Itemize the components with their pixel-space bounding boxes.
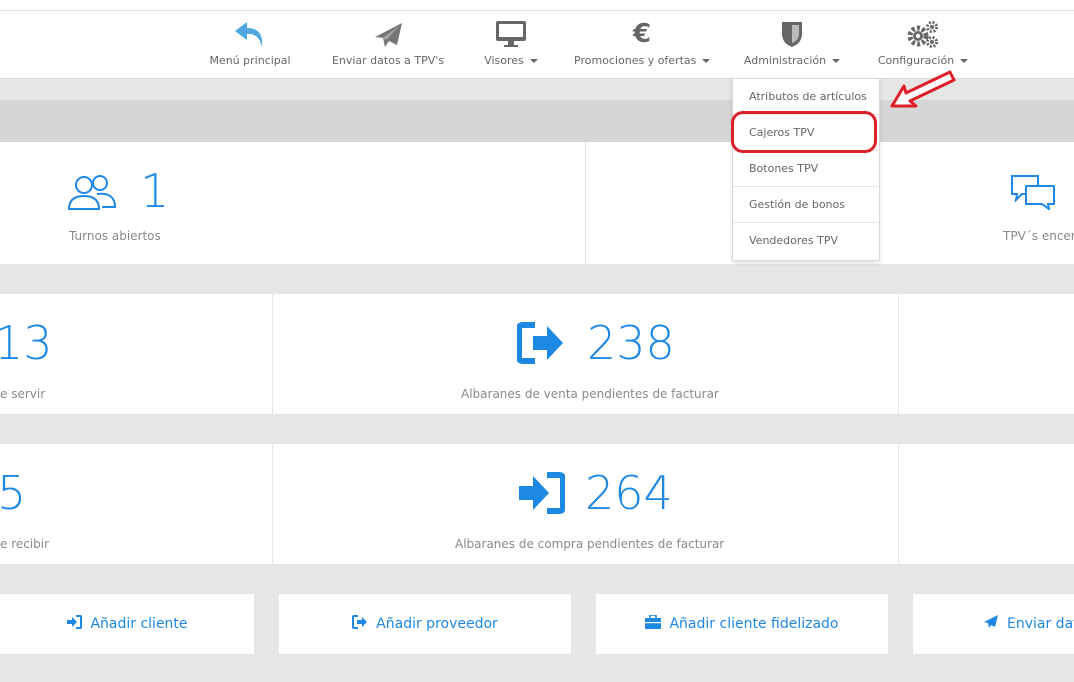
pedidos-servir-label: e servir bbox=[0, 387, 46, 401]
chat-bubbles-icon bbox=[1010, 174, 1056, 214]
card-stat-partial[interactable] bbox=[899, 294, 1074, 414]
administracion-dropdown: Atributos de artículos Cajeros TPV Boton… bbox=[732, 78, 880, 261]
turnos-value: 1 bbox=[140, 164, 170, 218]
nav-visores[interactable]: Visores bbox=[478, 18, 544, 67]
euro-icon: € bbox=[632, 19, 652, 49]
monitor-icon bbox=[478, 18, 544, 48]
highlight-outline bbox=[731, 111, 877, 153]
nav-administracion[interactable]: Administración bbox=[740, 18, 844, 67]
card-albaranes-venta[interactable]: 238 Albaranes de venta pendientes de fac… bbox=[273, 294, 898, 414]
sign-out-icon bbox=[352, 615, 376, 633]
card-turnos-abiertos[interactable]: 1 Turnos abiertos bbox=[0, 142, 585, 264]
shield-icon bbox=[740, 18, 844, 48]
sign-in-icon bbox=[517, 472, 566, 518]
gears-icon bbox=[874, 18, 972, 48]
top-divider bbox=[0, 10, 1074, 11]
nav-configuracion[interactable]: Configuración bbox=[874, 18, 972, 67]
nav-promociones[interactable]: € Promociones y ofertas bbox=[574, 18, 711, 67]
albaranes-venta-label: Albaranes de venta pendientes de factura… bbox=[461, 387, 719, 401]
card-pedidos-recibir[interactable]: 5 e recibir bbox=[0, 444, 272, 564]
users-icon bbox=[66, 172, 118, 216]
dropdown-item-vendedores-tpv[interactable]: Vendedores TPV bbox=[733, 223, 879, 259]
dropdown-item-gestion-bonos[interactable]: Gestión de bonos bbox=[733, 187, 879, 223]
turnos-label: Turnos abiertos bbox=[69, 229, 161, 243]
nav-enviar-datos[interactable]: Enviar datos a TPV's bbox=[328, 18, 448, 67]
albaranes-compra-value: 264 bbox=[585, 466, 673, 520]
card-albaranes-compra[interactable]: 264 Albaranes de compra pendientes de fa… bbox=[273, 444, 898, 564]
chevron-down-icon bbox=[529, 59, 538, 63]
dropdown-item-botones-tpv[interactable]: Botones TPV bbox=[733, 151, 879, 187]
add-supplier-button[interactable]: Añadir proveedor bbox=[279, 594, 571, 654]
add-client-button[interactable]: Añadir cliente bbox=[0, 594, 254, 654]
albaranes-compra-label: Albaranes de compra pendientes de factur… bbox=[455, 537, 725, 551]
paper-plane-icon bbox=[983, 615, 1007, 633]
briefcase-icon bbox=[645, 614, 669, 633]
pedidos-servir-value: 13 bbox=[0, 316, 53, 370]
dropdown-item-atributos[interactable]: Atributos de artículos bbox=[733, 79, 879, 115]
send-data-button[interactable]: Enviar dat bbox=[913, 594, 1074, 654]
card-pedidos-servir[interactable]: 13 e servir bbox=[0, 294, 272, 414]
chevron-down-icon bbox=[960, 59, 969, 63]
nav-menu-principal[interactable]: Menú principal bbox=[205, 18, 295, 67]
pedidos-recibir-label: e recibir bbox=[0, 537, 50, 551]
albaranes-venta-value: 238 bbox=[587, 316, 675, 370]
paper-plane-icon bbox=[328, 18, 448, 48]
sign-out-icon bbox=[516, 322, 565, 368]
chevron-down-icon bbox=[702, 59, 711, 63]
tpv-cerrados-label: TPV´s encer bbox=[1003, 229, 1074, 243]
card-stat-partial-2[interactable] bbox=[899, 444, 1074, 564]
sign-in-icon bbox=[66, 615, 90, 633]
undo-arrow-icon bbox=[205, 18, 295, 48]
add-loyal-client-button[interactable]: Añadir cliente fidelizado bbox=[596, 594, 888, 654]
chevron-down-icon bbox=[832, 59, 841, 63]
red-arrow-annotation bbox=[890, 70, 956, 108]
pedidos-recibir-value: 5 bbox=[0, 466, 27, 520]
